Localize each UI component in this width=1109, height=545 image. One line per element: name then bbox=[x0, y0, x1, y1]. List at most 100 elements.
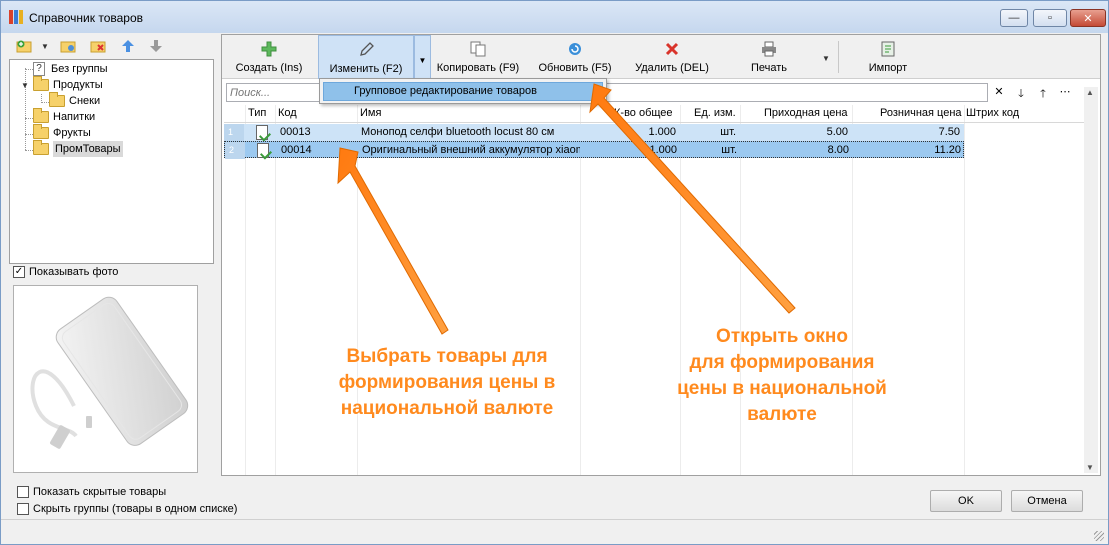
delete-folder-icon[interactable] bbox=[89, 37, 107, 55]
print-dropdown-icon[interactable]: ▼ bbox=[822, 54, 830, 63]
add-folder-icon[interactable] bbox=[15, 37, 33, 55]
chevron-down-icon[interactable]: ▼ bbox=[41, 42, 49, 51]
table-row[interactable]: 1 00013 Монопод селфи bluetooth locust 8… bbox=[224, 124, 964, 141]
print-button[interactable]: Печать bbox=[734, 35, 804, 79]
tree-item-label: Продукты bbox=[53, 79, 103, 91]
cancel-button[interactable]: Отмена bbox=[1011, 490, 1083, 512]
tree-item-no-group[interactable]: ? Без группы bbox=[33, 61, 108, 77]
copy-icon bbox=[470, 41, 486, 57]
import-icon bbox=[881, 41, 895, 57]
edit-dropdown-menu: Групповое редактирование товаров bbox=[319, 78, 607, 104]
expand-icon[interactable]: ▼ bbox=[21, 81, 29, 90]
tree-item-promgoods[interactable]: ПромТовары bbox=[33, 140, 123, 157]
group-tree: ? Без группы ▼ Продукты Снеки Напитки Фр… bbox=[9, 59, 214, 264]
create-button[interactable]: Создать (Ins) bbox=[226, 35, 312, 79]
tree-item-label: Без группы bbox=[51, 63, 108, 75]
refresh-label: Обновить (F5) bbox=[538, 62, 612, 74]
tree-item-fruits[interactable]: Фрукты bbox=[33, 124, 91, 141]
import-label: Импорт bbox=[868, 62, 908, 74]
maximize-button[interactable]: ▫ bbox=[1033, 9, 1067, 27]
resize-grip-icon[interactable] bbox=[1094, 531, 1104, 541]
col-name[interactable]: Имя bbox=[360, 107, 381, 119]
tree-item-products[interactable]: Продукты bbox=[33, 76, 103, 93]
move-down-icon[interactable] bbox=[147, 37, 165, 55]
print-label: Печать bbox=[750, 62, 788, 74]
tree-toolbar: ▼ bbox=[9, 34, 214, 60]
copy-label: Копировать (F9) bbox=[436, 62, 520, 74]
cell-purchase-price: 8.00 bbox=[827, 144, 849, 156]
toolbar-separator bbox=[838, 41, 839, 73]
tree-item-label: Напитки bbox=[53, 111, 96, 123]
copy-button[interactable]: Копировать (F9) bbox=[433, 35, 523, 79]
clear-search-icon[interactable]: ✕ bbox=[991, 85, 1007, 98]
tree-item-drinks[interactable]: Напитки bbox=[33, 108, 96, 125]
delete-label: Удалить (DEL) bbox=[635, 62, 709, 74]
edit-dropdown-button[interactable]: ▼ bbox=[414, 35, 431, 79]
checkbox-unchecked[interactable] bbox=[17, 486, 29, 498]
status-bar bbox=[1, 519, 1108, 545]
delete-icon bbox=[665, 42, 679, 56]
power-bank-image bbox=[30, 296, 189, 449]
row-number: 2 bbox=[225, 142, 245, 159]
arrow-up-icon[interactable]: 🡑 bbox=[1035, 85, 1051, 104]
col-code[interactable]: Код bbox=[278, 107, 297, 119]
product-icon bbox=[257, 143, 269, 158]
show-photo-label: Показывать фото bbox=[29, 266, 119, 278]
col-barcode[interactable]: Штрих код bbox=[966, 107, 1019, 119]
cell-unit: шт. bbox=[720, 126, 736, 138]
more-options-icon[interactable]: ⋯ bbox=[1057, 85, 1073, 98]
scroll-up-icon[interactable]: ▲ bbox=[1086, 88, 1094, 97]
delete-button[interactable]: Удалить (DEL) bbox=[630, 35, 714, 79]
edit-button[interactable]: Изменить (F2) bbox=[318, 35, 414, 79]
products-window: Справочник товаров — ▫ ✕ ▼ ? Без группы … bbox=[0, 0, 1109, 545]
table-row-selected[interactable]: 2 00014 Оригинальный внешний аккумулятор… bbox=[224, 141, 964, 159]
title-bar: Справочник товаров — ▫ ✕ bbox=[1, 1, 1108, 33]
move-up-icon[interactable] bbox=[119, 37, 137, 55]
import-button[interactable]: Импорт bbox=[856, 35, 920, 79]
minimize-button[interactable]: — bbox=[1000, 9, 1028, 27]
cell-retail-price: 7.50 bbox=[938, 126, 960, 138]
tree-item-snacks[interactable]: Снеки bbox=[49, 92, 101, 109]
col-qty[interactable]: К-во общее bbox=[614, 107, 673, 119]
refresh-button[interactable]: Обновить (F5) bbox=[532, 35, 618, 79]
tree-item-label: ПромТовары bbox=[53, 141, 123, 157]
checkbox-checked[interactable]: ✓ bbox=[13, 266, 25, 278]
cell-code: 00014 bbox=[281, 144, 312, 156]
group-edit-menu-item[interactable]: Групповое редактирование товаров bbox=[323, 82, 603, 101]
pencil-icon bbox=[360, 42, 374, 56]
col-purchase-price[interactable]: Приходная цена bbox=[764, 107, 848, 119]
window-title: Справочник товаров bbox=[29, 11, 143, 25]
ok-button[interactable]: OK bbox=[930, 490, 1002, 512]
create-label: Создать (Ins) bbox=[235, 62, 303, 74]
grid-header: Тип Код Имя К-во общее Ед. изм. Приходна… bbox=[224, 105, 1086, 123]
product-icon bbox=[256, 125, 268, 140]
plus-icon bbox=[261, 41, 277, 57]
cell-retail-price: 11.20 bbox=[934, 144, 961, 156]
vertical-scrollbar[interactable]: ▲ ▼ bbox=[1084, 87, 1098, 473]
edit-folder-icon[interactable] bbox=[59, 37, 77, 55]
close-window-button[interactable]: ✕ bbox=[1070, 9, 1106, 27]
folder-icon bbox=[49, 92, 65, 107]
books-app-icon bbox=[9, 10, 23, 24]
cell-qty: 1.000 bbox=[649, 144, 677, 156]
col-unit[interactable]: Ед. изм. bbox=[694, 107, 736, 119]
cell-name: Оригинальный внешний аккумулятор xiaomi bbox=[362, 144, 580, 156]
edit-label: Изменить (F2) bbox=[329, 63, 403, 75]
checkbox-unchecked[interactable] bbox=[17, 503, 29, 515]
search-input[interactable] bbox=[226, 83, 321, 102]
show-hidden-label: Показать скрытые товары bbox=[33, 486, 167, 498]
cell-qty: 1.000 bbox=[648, 126, 676, 138]
folder-icon bbox=[33, 140, 49, 155]
main-toolbar: Создать (Ins) Изменить (F2) ▼ Копировать… bbox=[222, 35, 1100, 79]
chevron-down-icon: ▼ bbox=[418, 56, 427, 65]
folder-icon bbox=[33, 108, 49, 123]
col-retail-price[interactable]: Розничная цена bbox=[880, 107, 962, 119]
scroll-down-icon[interactable]: ▼ bbox=[1086, 463, 1094, 472]
search-field-extension[interactable] bbox=[606, 83, 988, 102]
show-photo-checkbox[interactable]: ✓ Показывать фото bbox=[13, 266, 118, 278]
show-hidden-checkbox[interactable]: Показать скрытые товары bbox=[17, 486, 166, 498]
arrow-down-icon[interactable]: 🡓 bbox=[1013, 85, 1029, 104]
hide-groups-checkbox[interactable]: Скрыть группы (товары в одном списке) bbox=[17, 503, 237, 515]
col-type[interactable]: Тип bbox=[248, 107, 266, 119]
tree-item-label: Снеки bbox=[69, 95, 101, 107]
